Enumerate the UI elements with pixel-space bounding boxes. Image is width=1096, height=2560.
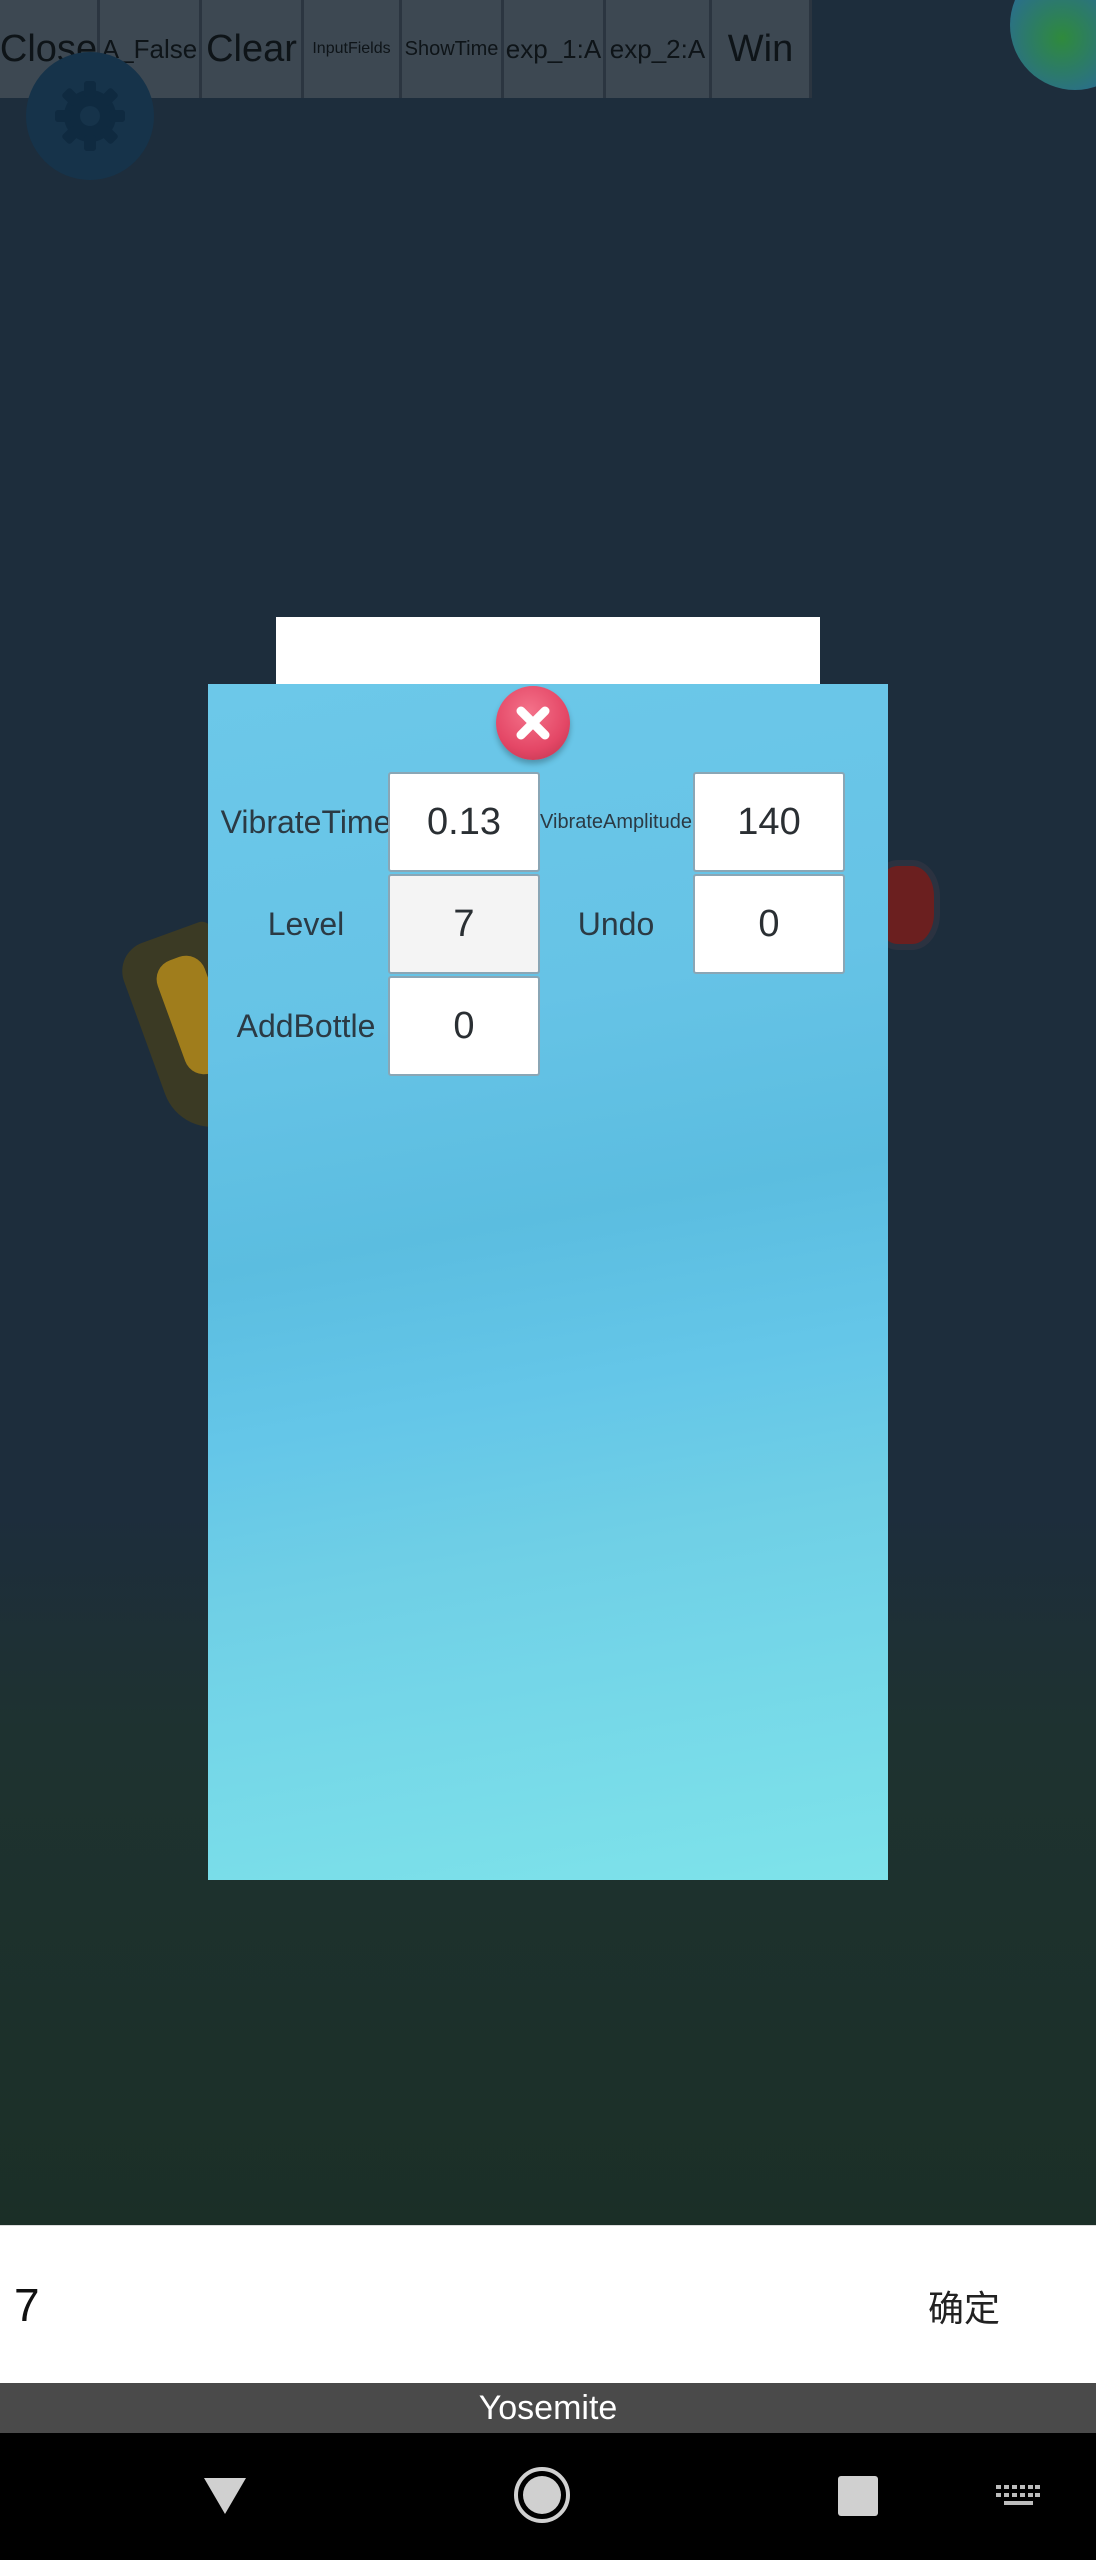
- debug-button-inputfields[interactable]: InputFields: [304, 0, 402, 98]
- undo-input[interactable]: 0: [693, 874, 845, 974]
- close-x-icon: [516, 706, 550, 740]
- add-bottle-input[interactable]: 0: [388, 976, 540, 1076]
- nav-back-icon[interactable]: [204, 2478, 246, 2514]
- keyboard-icon[interactable]: [996, 2485, 1040, 2507]
- level-input[interactable]: 7: [388, 874, 540, 974]
- level-label: Level: [267, 905, 345, 942]
- vibrate-time-label: VibrateTime: [220, 803, 392, 840]
- navigation-bar: [0, 2433, 1096, 2560]
- settings-button[interactable]: [26, 52, 154, 180]
- debug-button-exp-2-a[interactable]: exp_2:A: [606, 0, 712, 98]
- debug-button-clear[interactable]: Clear: [202, 0, 304, 98]
- ime-input-bar: 7 确定: [0, 2225, 1096, 2383]
- vibrate-amplitude-input[interactable]: 140: [693, 772, 845, 872]
- vibrate-amplitude-label: VibrateAmplitude: [540, 810, 692, 833]
- nav-recent-icon[interactable]: [838, 2476, 878, 2516]
- ime-text-field[interactable]: 7: [14, 2278, 40, 2332]
- undo-label: Undo: [577, 905, 655, 942]
- debug-button-showtime[interactable]: ShowTime: [402, 0, 504, 98]
- debug-button-win[interactable]: Win: [712, 0, 812, 98]
- keyboard-name-bar: Yosemite: [0, 2383, 1096, 2433]
- vibrate-time-input[interactable]: 0.13: [388, 772, 540, 872]
- close-button[interactable]: [496, 686, 570, 760]
- gear-icon: [55, 81, 125, 151]
- debug-button-exp-1-a[interactable]: exp_1:A: [504, 0, 606, 98]
- confirm-button[interactable]: 确定: [928, 2280, 1000, 2332]
- add-bottle-label: AddBottle: [236, 1007, 376, 1044]
- nav-home-dot: [523, 2476, 561, 2514]
- nav-home-icon[interactable]: [514, 2467, 570, 2523]
